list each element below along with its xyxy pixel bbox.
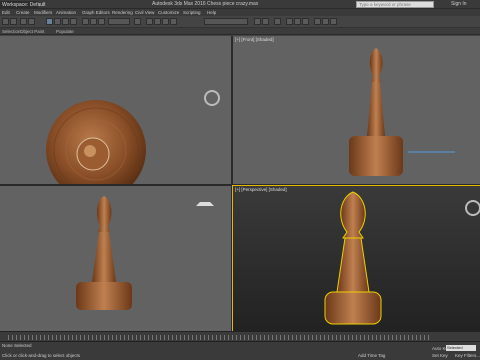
rect-select-icon[interactable] (62, 18, 69, 25)
sign-in-link[interactable]: Sign In (451, 1, 467, 7)
top-view-render (46, 90, 220, 184)
perspective-view-render (324, 191, 480, 325)
spinner-snap-icon[interactable] (170, 18, 177, 25)
window-crossing-icon[interactable] (70, 18, 77, 25)
chess-body-front[interactable] (367, 82, 385, 136)
time-ruler[interactable] (8, 335, 432, 340)
render-frame-icon[interactable] (322, 18, 329, 25)
move-icon[interactable] (82, 18, 89, 25)
menu-animation[interactable]: Animation (56, 10, 76, 15)
menu-scripting[interactable]: Scripting (183, 10, 201, 15)
viewcube-icon[interactable] (204, 90, 220, 106)
viewcube-icon[interactable] (465, 200, 480, 216)
link-icon[interactable] (20, 18, 27, 25)
chess-base-front[interactable] (349, 136, 403, 176)
chess-tip-top (84, 145, 96, 157)
app-title: Autodesk 3ds Max 2016 (152, 1, 206, 7)
mirror-icon[interactable] (254, 18, 261, 25)
angle-snap-icon[interactable] (154, 18, 161, 25)
front-view-render (349, 48, 455, 176)
chess-body-left[interactable] (92, 232, 116, 282)
select-by-name-icon[interactable] (54, 18, 61, 25)
chess-head-left[interactable] (96, 196, 112, 232)
redo-icon[interactable] (10, 18, 17, 25)
ribbon-tab-object-paint[interactable]: Object Paint (20, 29, 45, 34)
chess-base-left[interactable] (76, 282, 132, 310)
status-bar: None Selected Click or click-and-drag to… (0, 341, 480, 360)
pivot-icon[interactable] (134, 18, 141, 25)
viewport-left[interactable] (0, 186, 231, 331)
set-key-button[interactable]: Set Key (432, 353, 448, 358)
chess-base-persp[interactable] (324, 291, 382, 325)
schematic-icon[interactable] (294, 18, 301, 25)
render-icon[interactable] (330, 18, 337, 25)
menu-graph-editors[interactable]: Graph Editors (82, 10, 110, 15)
main-toolbar (0, 16, 480, 28)
timeline[interactable] (0, 331, 480, 341)
material-editor-icon[interactable] (302, 18, 309, 25)
curve-editor-icon[interactable] (286, 18, 293, 25)
ribbon-tab-populate[interactable]: Populate (56, 29, 74, 34)
menu-customize[interactable]: Customize (158, 10, 179, 15)
add-time-tag-button[interactable]: Add Time Tag (358, 353, 385, 358)
named-selection-dropdown[interactable] (204, 18, 248, 25)
menu-bar: Edit Create Modifiers Animation Graph Ed… (0, 9, 480, 16)
layer-icon[interactable] (274, 18, 281, 25)
selected-dropdown[interactable]: Selected (446, 345, 476, 351)
undo-icon[interactable] (2, 18, 9, 25)
unlink-icon[interactable] (28, 18, 35, 25)
ribbon-bar: Selection Object Paint Populate (0, 28, 480, 35)
render-setup-icon[interactable] (314, 18, 321, 25)
menu-modifiers[interactable]: Modifiers (34, 10, 52, 15)
ribbon-tab-selection[interactable]: Selection (2, 29, 21, 34)
scale-icon[interactable] (98, 18, 105, 25)
chess-head-front[interactable] (369, 48, 383, 82)
viewport-perspective[interactable]: [+] [Perspective] [Shaded] (232, 185, 480, 332)
menu-help[interactable]: Help (207, 10, 216, 15)
left-view-render (76, 196, 214, 310)
viewcube-icon[interactable] (196, 202, 214, 206)
reference-coord-dropdown[interactable] (108, 18, 130, 25)
percent-snap-icon[interactable] (162, 18, 169, 25)
select-object-icon[interactable] (46, 18, 53, 25)
snaps-icon[interactable] (146, 18, 153, 25)
search-input[interactable]: Type a keyword or phrase (356, 1, 434, 8)
menu-edit[interactable]: Edit (2, 10, 10, 15)
selection-status: None Selected (2, 343, 32, 348)
chess-body-persp[interactable] (336, 237, 370, 293)
menu-rendering[interactable]: Rendering (112, 10, 133, 15)
menu-create[interactable]: Create (16, 10, 30, 15)
prompt-line: Click or click-and-drag to select object… (2, 353, 81, 358)
key-filters-button[interactable]: Key Filters... (455, 353, 480, 358)
menu-civil-view[interactable]: Civil View (135, 10, 154, 15)
file-name: Chess piece crazy.max (207, 1, 259, 7)
rotate-icon[interactable] (90, 18, 97, 25)
viewport-front[interactable]: [+] [Front] [Shaded] (233, 36, 480, 184)
chess-head-persp[interactable] (340, 191, 366, 239)
align-icon[interactable] (262, 18, 269, 25)
viewport-top[interactable] (0, 36, 231, 184)
title-bar: Workspace: Default Autodesk 3ds Max 2016… (0, 0, 480, 10)
